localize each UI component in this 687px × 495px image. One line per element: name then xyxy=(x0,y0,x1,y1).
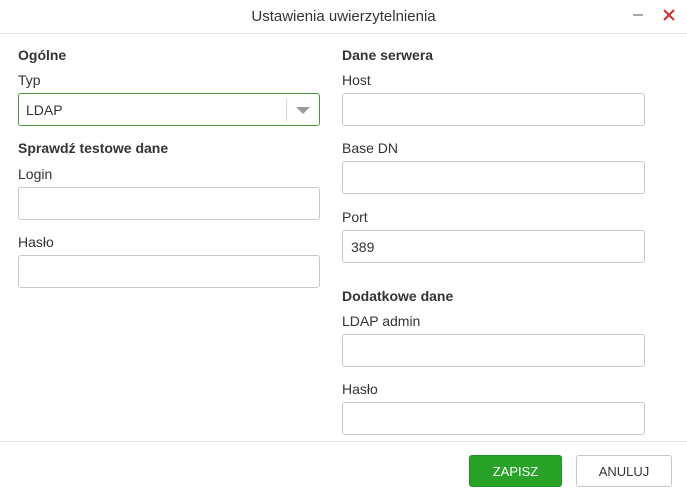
dialog-titlebar: Ustawienia uwierzytelnienia xyxy=(0,0,687,34)
save-button[interactable]: ZAPISZ xyxy=(469,455,562,487)
host-label: Host xyxy=(342,72,371,88)
type-select[interactable]: LDAP xyxy=(18,93,320,126)
test-password-input[interactable] xyxy=(18,255,320,288)
select-divider xyxy=(286,99,287,121)
server-section-title: Dane serwera xyxy=(342,47,434,63)
test-password-label: Hasło xyxy=(18,234,54,250)
additional-section-title: Dodatkowe dane xyxy=(342,288,454,304)
general-section-title: Ogólne xyxy=(18,47,67,63)
login-input[interactable] xyxy=(18,187,320,220)
port-input[interactable] xyxy=(342,230,645,263)
type-select-value: LDAP xyxy=(26,102,63,118)
host-input[interactable] xyxy=(342,93,645,126)
port-label: Port xyxy=(342,209,368,225)
cancel-button[interactable]: ANULUJ xyxy=(576,455,672,487)
dialog-title: Ustawienia uwierzytelnienia xyxy=(251,8,436,25)
test-data-section-title: Sprawdź testowe dane xyxy=(18,140,169,156)
ldap-admin-label: LDAP admin xyxy=(342,313,421,329)
close-icon[interactable] xyxy=(658,4,680,26)
dialog-footer: ZAPISZ ANULUJ xyxy=(0,441,687,495)
minimize-icon[interactable] xyxy=(627,4,649,26)
base-dn-input[interactable] xyxy=(342,161,645,194)
ldap-admin-input[interactable] xyxy=(342,334,645,367)
type-label: Typ xyxy=(18,72,41,88)
base-dn-label: Base DN xyxy=(342,140,399,156)
admin-password-input[interactable] xyxy=(342,402,645,435)
admin-password-label: Hasło xyxy=(342,381,378,397)
login-label: Login xyxy=(18,166,53,182)
auth-settings-dialog: Ustawienia uwierzytelnienia Ogólne Typ L… xyxy=(0,0,687,495)
chevron-down-icon[interactable] xyxy=(296,107,310,114)
